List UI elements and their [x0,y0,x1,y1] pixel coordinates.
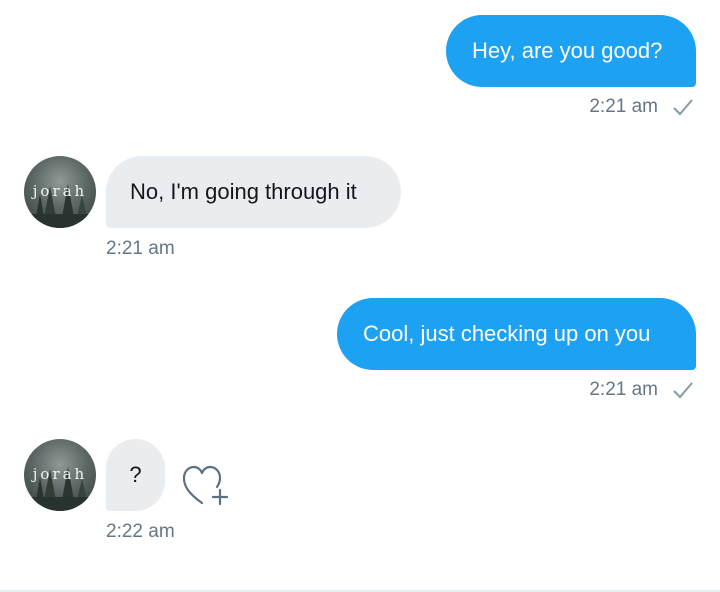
message-bubble-received[interactable]: No, I'm going through it [106,156,401,228]
message-meta: 2:21 am [106,238,175,260]
message-meta: 2:21 am [589,96,694,118]
message-meta: 2:22 am [106,521,175,543]
message-text: Hey, are you good? [472,38,663,63]
check-icon [673,382,693,399]
message-bubble-sent[interactable]: Cool, just checking up on you [337,298,696,370]
message-time: 2:22 am [106,521,175,542]
message-time: 2:21 am [589,96,658,117]
avatar[interactable]: jorah [24,156,96,228]
avatar-label: jorah [32,465,88,483]
message-text: Cool, just checking up on you [363,321,651,346]
message-text: ? [129,462,142,487]
message-bubble-sent[interactable]: Hey, are you good? [446,15,696,87]
message-time: 2:21 am [106,238,175,259]
message-meta: 2:21 am [589,379,694,401]
check-icon [673,99,693,116]
avatar-label: jorah [32,182,88,200]
message-text: No, I'm going through it [130,179,357,204]
heart-plus-icon[interactable] [182,464,232,508]
avatar[interactable]: jorah [24,439,96,511]
message-time: 2:21 am [589,379,658,400]
message-bubble-received[interactable]: ? [106,439,165,511]
